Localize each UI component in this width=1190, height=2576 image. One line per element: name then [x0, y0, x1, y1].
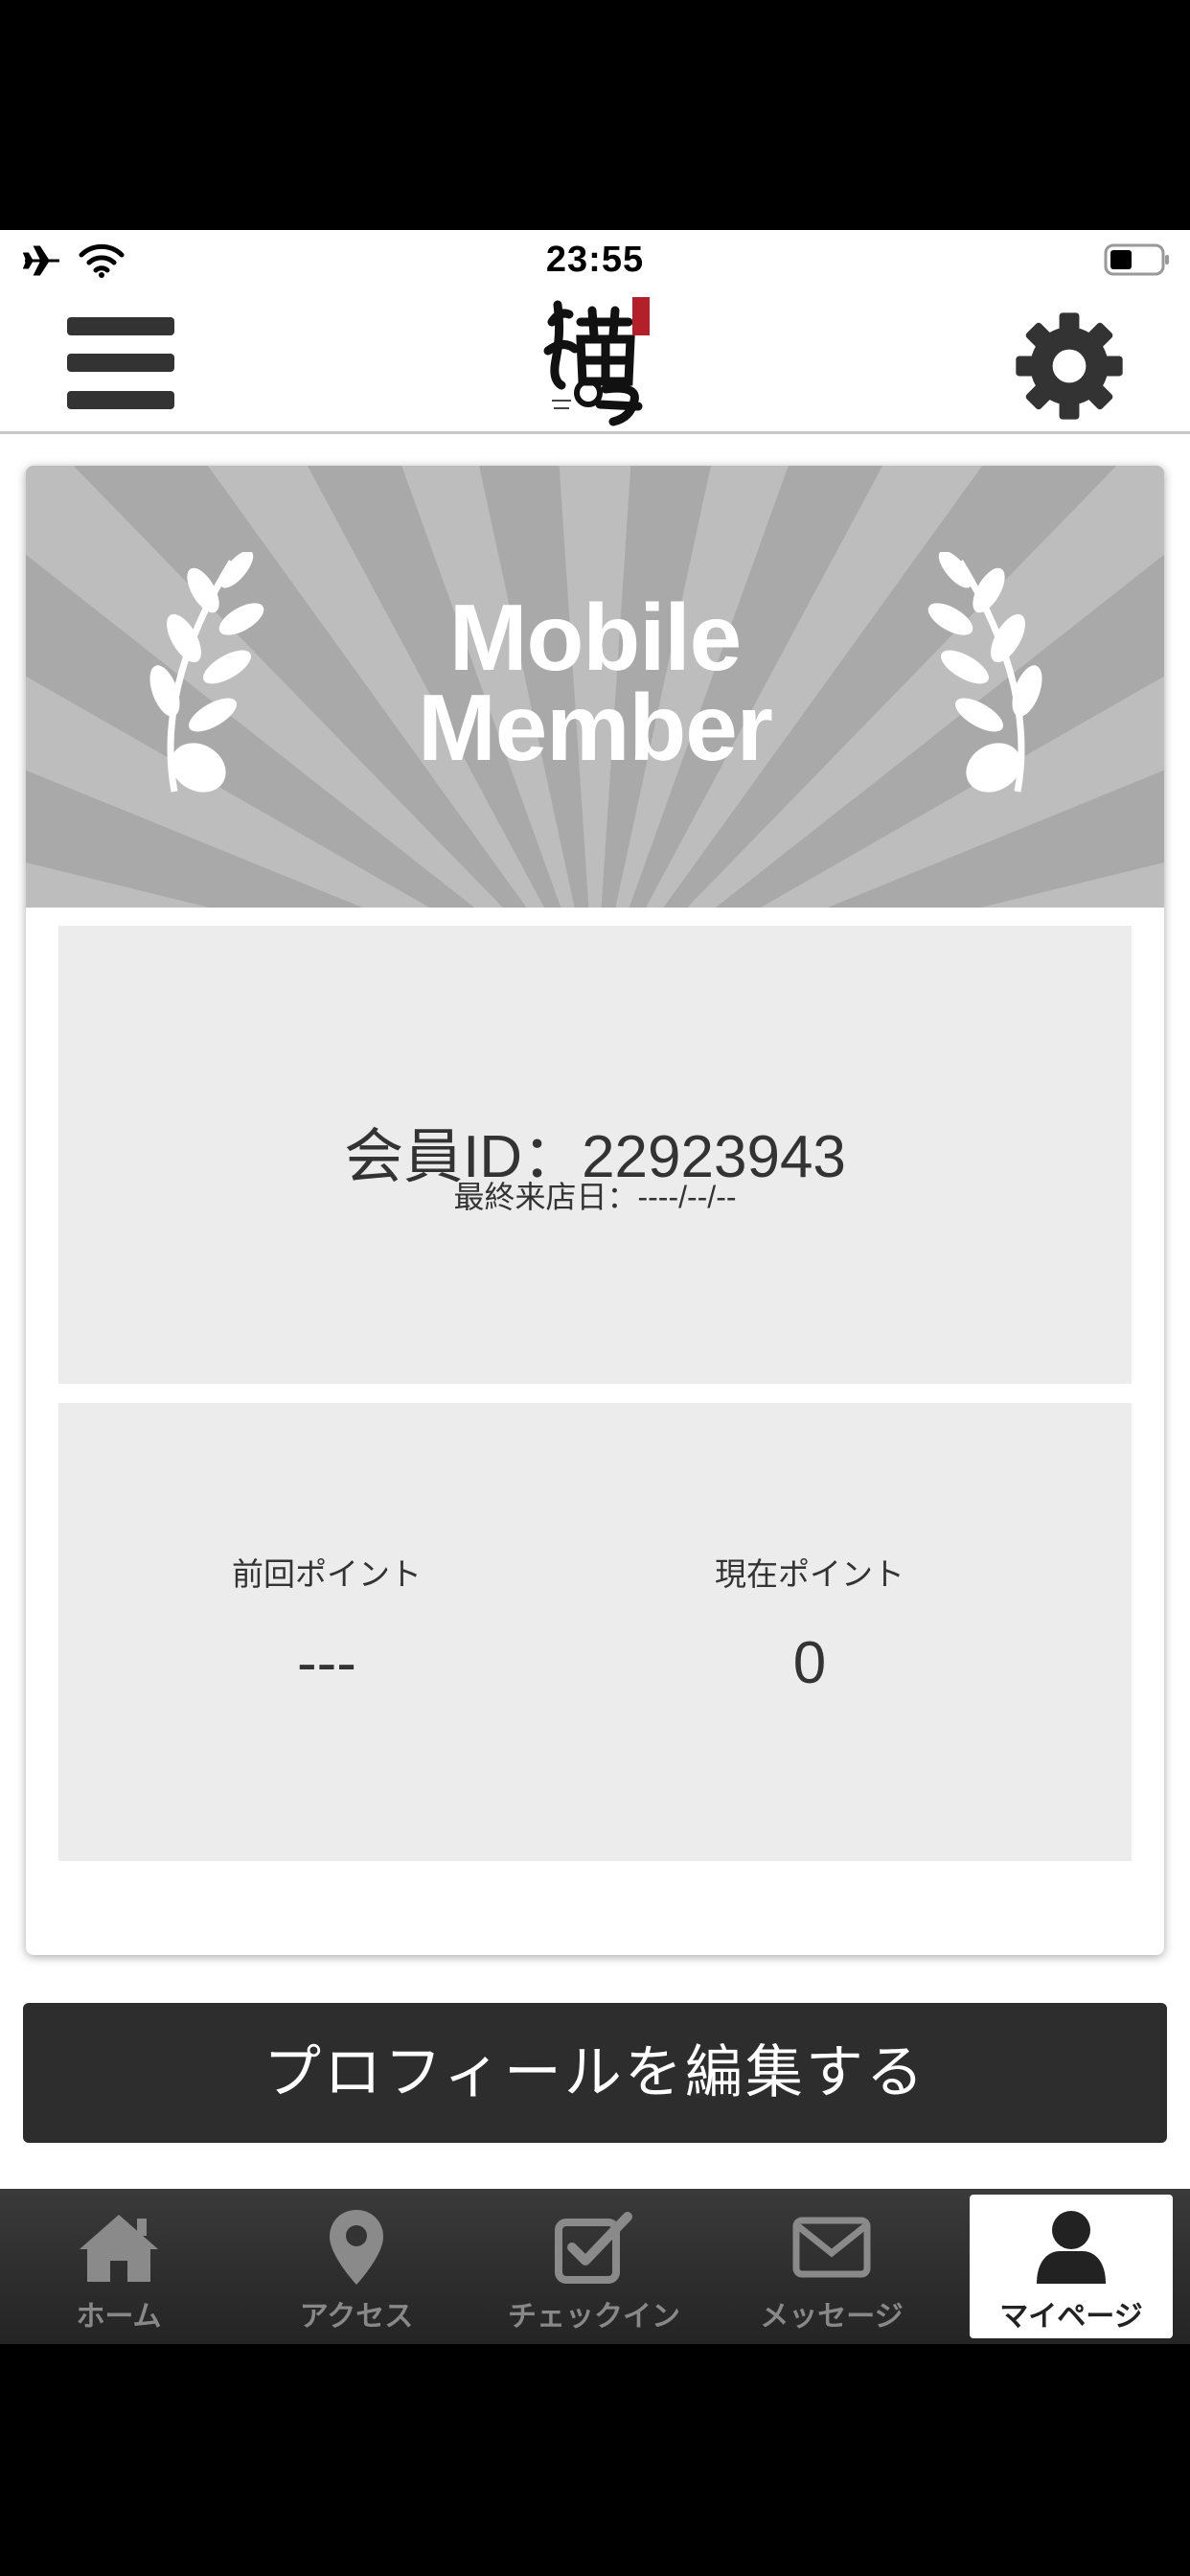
- previous-points: 前回ポイント ---: [58, 1549, 595, 1697]
- banner-title-line2: Member: [418, 675, 773, 780]
- nekonote-logo: [543, 297, 650, 426]
- tab-mypage[interactable]: マイページ: [970, 2195, 1173, 2338]
- battery-icon: [1104, 243, 1169, 276]
- current-points: 現在ポイント 0: [541, 1549, 1078, 1697]
- mobile-member-banner: Mobile Member: [26, 466, 1164, 908]
- current-points-value: 0: [792, 1630, 827, 1696]
- tab-access[interactable]: アクセス: [238, 2189, 475, 2344]
- banner-title-line1: Mobile: [448, 585, 742, 690]
- banner-title: Mobile Member: [26, 585, 1164, 780]
- previous-points-value: ---: [297, 1630, 356, 1696]
- member-card: Mobile Member 会員ID：22923943 最終来店日：----/-…: [26, 466, 1164, 1955]
- app-screen: 23:55 Mobile Member 会員ID：22923943 最終来店日：…: [0, 230, 1190, 2344]
- points-panel: 前回ポイント --- 現在ポイント 0: [58, 1403, 1132, 1861]
- gear-icon[interactable]: [1014, 310, 1125, 422]
- user-icon: [1037, 2211, 1106, 2284]
- tab-message-label: メッセージ: [760, 2300, 904, 2334]
- previous-points-label: 前回ポイント: [232, 1556, 422, 1592]
- app-header: [0, 291, 1190, 434]
- last-visit-date: 最終来店日：----/--/--: [453, 1180, 737, 1214]
- checkbox-icon: [555, 2212, 632, 2284]
- hamburger-menu-icon[interactable]: [67, 317, 174, 409]
- tab-message[interactable]: メッセージ: [713, 2189, 950, 2344]
- status-bar: 23:55: [0, 230, 1190, 291]
- tab-access-label: アクセス: [299, 2300, 414, 2334]
- clock-time: 23:55: [545, 240, 645, 280]
- member-id-panel: 会員ID：22923943 最終来店日：----/--/--: [58, 926, 1132, 1384]
- current-points-label: 現在ポイント: [715, 1556, 904, 1592]
- map-pin-icon: [330, 2210, 383, 2285]
- home-icon: [80, 2215, 158, 2282]
- bottom-tab-bar: ホーム アクセス チェックイン メッセージ マイページ: [0, 2189, 1190, 2344]
- envelope-icon: [792, 2217, 871, 2278]
- tab-checkin-label: チェックイン: [508, 2300, 680, 2334]
- edit-profile-button[interactable]: プロフィールを編集する: [23, 2003, 1167, 2143]
- tab-home[interactable]: ホーム: [0, 2189, 238, 2344]
- tab-home-label: ホーム: [76, 2300, 162, 2334]
- tab-mypage-label: マイページ: [999, 2300, 1143, 2334]
- tab-checkin[interactable]: チェックイン: [475, 2189, 713, 2344]
